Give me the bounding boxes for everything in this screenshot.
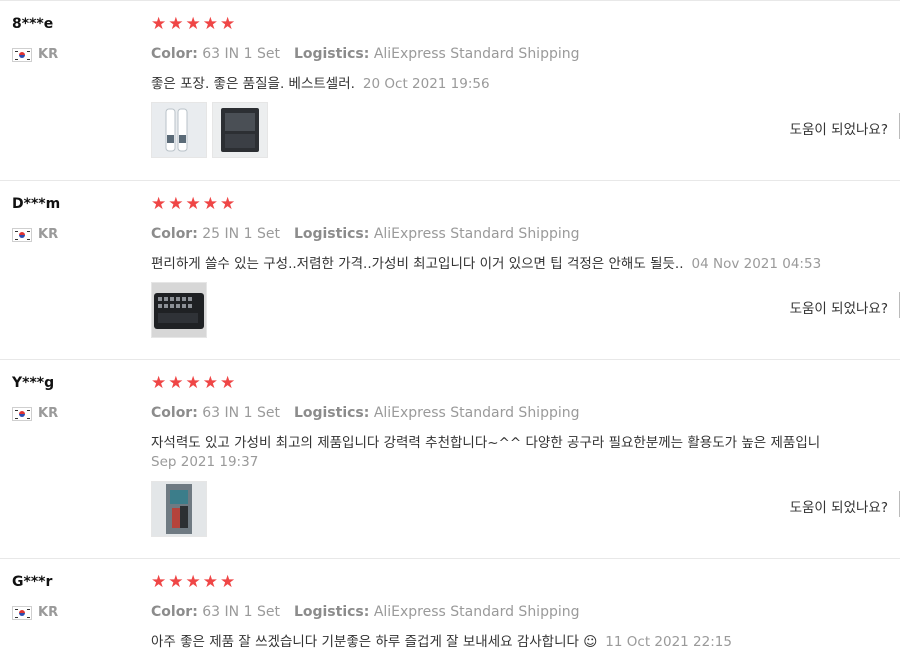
star-icon: ★ — [185, 572, 201, 592]
review-body: 편리하게 쓸수 있는 구성..저렴한 가격..가성비 최고입니다 이거 있으면 … — [151, 256, 684, 272]
review-date: 04 Nov 2021 04:53 — [691, 256, 822, 272]
star-icon: ★ — [151, 14, 167, 34]
reviewer-country: KR — [12, 227, 58, 242]
star-icon: ★ — [168, 373, 184, 393]
review-text: 편리하게 쓸수 있는 구성..저렴한 가격..가성비 최고입니다 이거 있으면 … — [151, 254, 900, 275]
review-date: Sep 2021 19:37 — [151, 454, 259, 470]
reviewer-name: Y***g — [12, 375, 55, 391]
review-item: 8***e KR ★ ★ ★ ★ ★ Color: 63 IN 1 Set Logisti… — [0, 0, 900, 180]
star-rating: ★ ★ ★ ★ ★ — [151, 374, 235, 392]
reviewer-name: D***m — [12, 196, 61, 212]
review-text: 아주 좋은 제품 잘 쓰겠습니다 기분좋은 하루 즐겁게 잘 보내세요 감사합니… — [151, 632, 900, 653]
star-icon: ★ — [185, 14, 201, 34]
helpful-button[interactable]: 도움이 되었나요? — [790, 496, 888, 516]
korea-flag-icon — [12, 227, 32, 242]
logistics-method: AliExpress Standard Shipping — [373, 405, 580, 421]
variant-color: 63 IN 1 Set — [202, 46, 280, 62]
star-rating: ★ ★ ★ ★ ★ — [151, 573, 235, 591]
star-rating: ★ ★ ★ ★ ★ — [151, 195, 235, 213]
review-item: D***m KR ★ ★ ★ ★ ★ Color: 25 IN 1 Set Logisti… — [0, 180, 900, 360]
star-icon: ★ — [168, 14, 184, 34]
review-variant-info: Color: 25 IN 1 Set Logistics: AliExpress … — [151, 226, 580, 242]
star-icon: ★ — [202, 572, 218, 592]
star-icon: ★ — [185, 194, 201, 214]
reviewer-country: KR — [12, 406, 58, 421]
reviewer-name: G***r — [12, 574, 53, 590]
star-icon: ★ — [220, 373, 236, 393]
review-body: 아주 좋은 제품 잘 쓰겠습니다 기분좋은 하루 즐겁게 잘 보내세요 감사합니… — [151, 634, 598, 650]
review-photo-thumbnail[interactable] — [151, 481, 207, 537]
korea-flag-icon — [12, 47, 32, 62]
variant-color: 63 IN 1 Set — [202, 604, 280, 620]
review-body: 자석력도 있고 가성비 최고의 제품입니다 강력력 추천합니다~^^ 다양한 공… — [151, 435, 821, 451]
review-date: 20 Oct 2021 19:56 — [362, 76, 490, 92]
korea-flag-icon — [12, 406, 32, 421]
star-icon: ★ — [151, 194, 167, 214]
review-text-continued: Sep 2021 19:37 — [151, 452, 900, 473]
star-icon: ★ — [202, 194, 218, 214]
review-item: Y***g KR ★ ★ ★ ★ ★ Color: 63 IN 1 Set Logisti… — [0, 359, 900, 559]
logistics-method: AliExpress Standard Shipping — [373, 226, 580, 242]
review-photo-thumbnail[interactable] — [151, 102, 207, 158]
reviewer-name: 8***e — [12, 16, 54, 32]
review-photo-thumbnail[interactable] — [151, 282, 207, 338]
variant-color: 25 IN 1 Set — [202, 226, 280, 242]
review-photo-thumbnail[interactable] — [212, 102, 268, 158]
star-icon: ★ — [202, 14, 218, 34]
review-variant-info: Color: 63 IN 1 Set Logistics: AliExpress … — [151, 46, 580, 62]
review-date: 11 Oct 2021 22:15 — [605, 634, 732, 650]
logistics-method: AliExpress Standard Shipping — [373, 604, 580, 620]
review-item: G***r KR ★ ★ ★ ★ ★ Color: 63 IN 1 Set Logisti… — [0, 558, 900, 660]
review-variant-info: Color: 63 IN 1 Set Logistics: AliExpress … — [151, 405, 580, 421]
star-rating: ★ ★ ★ ★ ★ — [151, 15, 235, 33]
star-icon: ★ — [220, 194, 236, 214]
review-text: 자석력도 있고 가성비 최고의 제품입니다 강력력 추천합니다~^^ 다양한 공… — [151, 433, 900, 454]
star-icon: ★ — [151, 373, 167, 393]
variant-color: 63 IN 1 Set — [202, 405, 280, 421]
star-icon: ★ — [220, 572, 236, 592]
star-icon: ★ — [151, 572, 167, 592]
helpful-button[interactable]: 도움이 되었나요? — [790, 118, 888, 138]
logistics-method: AliExpress Standard Shipping — [373, 46, 580, 62]
star-icon: ★ — [168, 572, 184, 592]
star-icon: ★ — [185, 373, 201, 393]
star-icon: ★ — [202, 373, 218, 393]
helpful-button[interactable]: 도움이 되었나요? — [790, 297, 888, 317]
reviewer-country: KR — [12, 47, 58, 62]
reviewer-country: KR — [12, 605, 58, 620]
review-body: 좋은 포장. 좋은 품질을. 베스트셀러. — [151, 76, 355, 92]
review-text: 좋은 포장. 좋은 품질을. 베스트셀러. 20 Oct 2021 19:56 — [151, 74, 900, 95]
star-icon: ★ — [220, 14, 236, 34]
star-icon: ★ — [168, 194, 184, 214]
review-variant-info: Color: 63 IN 1 Set Logistics: AliExpress … — [151, 604, 580, 620]
korea-flag-icon — [12, 605, 32, 620]
